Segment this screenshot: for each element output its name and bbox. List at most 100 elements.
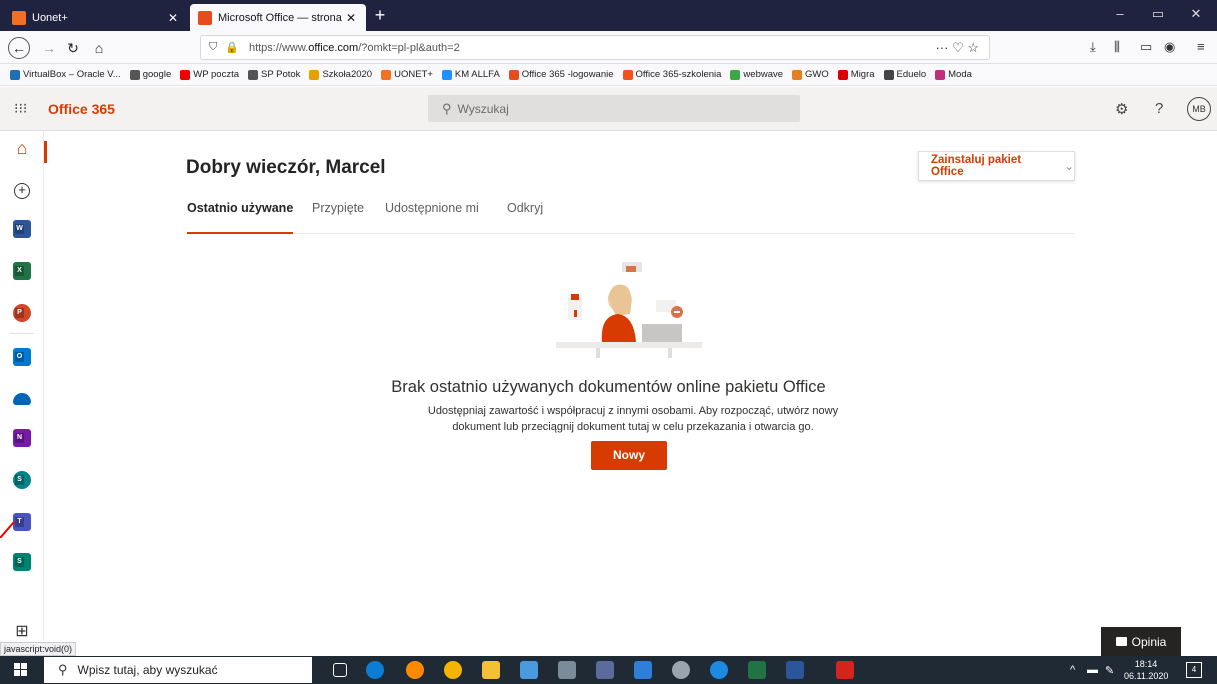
settings-gear-icon[interactable]: ⚙	[1115, 100, 1128, 118]
bookmark-favicon-icon	[792, 69, 803, 80]
office-favicon-icon	[198, 10, 212, 25]
battery-icon[interactable]: ▬	[1087, 664, 1098, 676]
acrobat-icon[interactable]	[836, 661, 854, 679]
taskbar-search-input[interactable]: ⚲ Wpisz tutaj, aby wyszukać	[44, 657, 312, 683]
tab-pinned[interactable]: Przypięte	[312, 201, 364, 234]
home-icon[interactable]: ⌂	[88, 37, 110, 59]
bookmark-item[interactable]: GWO	[792, 69, 829, 80]
word-taskbar-icon[interactable]	[786, 661, 804, 679]
calculator-icon[interactable]	[558, 661, 576, 679]
app-icon[interactable]	[520, 661, 538, 679]
bookmark-item[interactable]: KM ALLFA	[441, 69, 500, 80]
bookmark-label: VirtualBox – Oracle V...	[23, 69, 121, 80]
bookmark-label: SP Potok	[261, 69, 301, 80]
account-icon[interactable]: ◉	[1164, 39, 1175, 55]
page-actions-icon[interactable]: ··· ♡ ☆	[935, 40, 979, 56]
bookmark-item[interactable]: Szkoła2020	[309, 69, 372, 80]
sharepoint-icon[interactable]: S	[13, 471, 31, 489]
new-tab-button[interactable]: +	[370, 5, 390, 26]
library-icon[interactable]: ⫼	[1114, 39, 1120, 55]
empty-state-illustration	[556, 262, 702, 358]
bookmark-label: Office 365-szkolenia	[635, 69, 722, 80]
powerpoint-icon[interactable]: P	[13, 304, 31, 322]
bookmark-item[interactable]: google	[129, 69, 171, 80]
create-icon[interactable]: +	[14, 183, 30, 199]
office-brand[interactable]: Office 365	[48, 101, 115, 117]
back-button[interactable]: ←	[8, 37, 30, 59]
tab-title: Microsoft Office — strona głów	[218, 11, 344, 24]
bookmark-item[interactable]: UONET+	[381, 69, 433, 80]
outlook-icon[interactable]: O	[13, 348, 31, 366]
paint-icon[interactable]	[672, 661, 690, 679]
browser-nav-bar: ← → ↻ ⌂ ⛉ 🔒 https://www. office.com/?omkt…	[0, 31, 1217, 64]
tab-office[interactable]: Microsoft Office — strona głów ✕	[190, 4, 366, 31]
status-bar: javascript:void(0)	[0, 642, 77, 656]
feedback-label: Opinia	[1131, 634, 1167, 649]
word-icon[interactable]: W	[13, 220, 31, 238]
mail-icon[interactable]	[634, 661, 652, 679]
windows-start-icon[interactable]	[14, 663, 28, 677]
chrome-icon[interactable]	[444, 661, 462, 679]
firefox-icon[interactable]	[406, 661, 424, 679]
close-tab-icon[interactable]: ✕	[166, 11, 180, 25]
excel-taskbar-icon[interactable]	[748, 661, 766, 679]
forward-button[interactable]: →	[38, 37, 60, 59]
minimize-button[interactable]: –	[1100, 6, 1140, 21]
onenote-icon[interactable]: N	[13, 429, 31, 447]
edge-icon[interactable]	[366, 661, 384, 679]
pen-icon[interactable]: ✎	[1105, 664, 1114, 677]
bookmark-label: Migra	[850, 69, 875, 80]
tab-uonet[interactable]: Uonet+ ✕	[4, 4, 188, 31]
url-bar[interactable]: ⛉ 🔒 https://www. office.com/?omkt=pl-pl&a…	[200, 35, 990, 60]
bookmark-favicon-icon	[248, 69, 258, 80]
teams-taskbar-icon[interactable]	[596, 661, 614, 679]
feedback-button[interactable]: Opinia	[1101, 627, 1181, 656]
search-icon: ⚲	[58, 662, 68, 677]
shield-icon[interactable]: ⛉	[209, 41, 217, 54]
tab-recent[interactable]: Ostatnio używane	[187, 201, 294, 234]
bookmark-item[interactable]: Office 365-szkolenia	[622, 69, 722, 80]
internet-explorer-icon[interactable]	[710, 661, 728, 679]
bookmark-item[interactable]: Migra	[837, 69, 875, 80]
excel-icon[interactable]: X	[13, 262, 31, 280]
sway-icon[interactable]: S	[13, 553, 31, 571]
bookmark-item[interactable]: VirtualBox – Oracle V...	[10, 69, 121, 80]
bookmark-item[interactable]: SP Potok	[248, 69, 300, 80]
file-explorer-icon[interactable]	[482, 661, 500, 679]
active-indicator	[44, 141, 47, 163]
close-window-button[interactable]: ✕	[1176, 6, 1216, 22]
sidebar-icon[interactable]: ▭	[1140, 39, 1152, 55]
notification-center-icon[interactable]: 4	[1186, 662, 1202, 678]
install-office-button[interactable]: Zainstaluj pakiet Office ⌄	[918, 151, 1075, 181]
reload-button[interactable]: ↻	[62, 37, 84, 59]
search-placeholder: Wyszukaj	[457, 101, 509, 116]
app-launcher-icon[interactable]: ⁝⁝⁝	[14, 100, 30, 116]
bookmark-item[interactable]: webwave	[730, 69, 783, 80]
bookmark-label: webwave	[743, 69, 784, 80]
home-icon[interactable]: ⌂	[13, 139, 31, 157]
search-icon: ⚲	[442, 100, 452, 116]
tab-discover[interactable]: Odkryj	[507, 201, 543, 234]
lock-icon[interactable]: 🔒	[225, 41, 239, 54]
new-document-button[interactable]: Nowy	[591, 441, 667, 470]
bookmark-item[interactable]: Eduelo	[883, 69, 926, 80]
avatar[interactable]: MB	[1187, 97, 1211, 121]
cursor-arrow-icon	[0, 521, 15, 538]
bookmark-item[interactable]: WP poczta	[180, 69, 239, 80]
bookmark-label: WP poczta	[193, 69, 239, 80]
downloads-icon[interactable]: ⤓	[1090, 39, 1096, 55]
tab-shared[interactable]: Udostępnione mi	[385, 201, 479, 234]
close-tab-icon[interactable]: ✕	[344, 11, 358, 25]
windows-taskbar: ⚲ Wpisz tutaj, aby wyszukać ^ ▬ ✎ 18:14 …	[0, 656, 1217, 684]
bookmark-item[interactable]: Moda	[935, 69, 972, 80]
system-clock[interactable]: 18:14 06.11.2020	[1124, 658, 1168, 682]
help-icon[interactable]: ?	[1155, 100, 1163, 117]
bookmark-favicon-icon	[129, 69, 140, 80]
restore-button[interactable]: ▭	[1138, 6, 1178, 22]
bookmark-item[interactable]: Office 365 -logowanie	[508, 69, 614, 80]
menu-icon[interactable]: ≡	[1197, 39, 1205, 54]
search-input[interactable]: ⚲ Wyszukaj	[428, 95, 800, 122]
all-apps-icon[interactable]: ⊞	[13, 623, 31, 641]
task-view-icon[interactable]	[333, 663, 347, 677]
tray-chevron-icon[interactable]: ^	[1070, 664, 1075, 676]
